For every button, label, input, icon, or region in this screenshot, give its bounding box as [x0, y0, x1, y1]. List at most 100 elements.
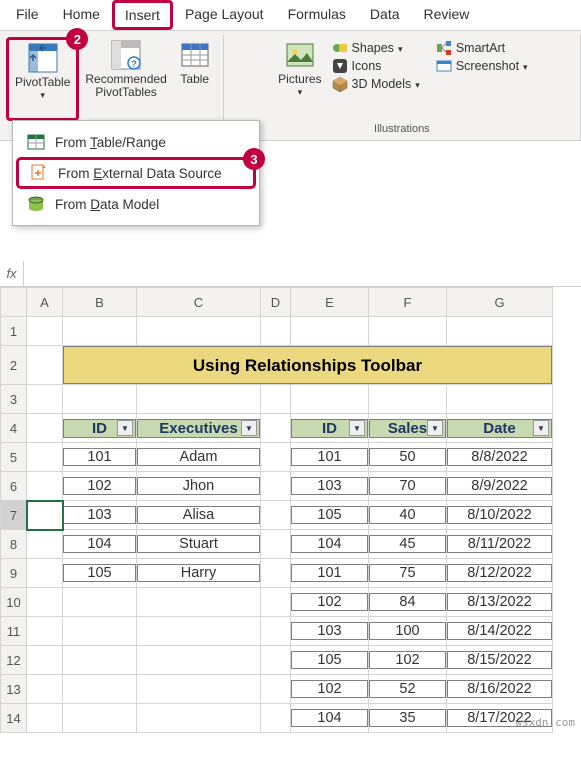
recommended-pivottables-button[interactable]: ? RecommendedPivotTables	[79, 37, 172, 121]
cell-C3[interactable]	[137, 385, 261, 414]
cell-A5[interactable]	[27, 443, 63, 472]
col-header-C[interactable]: C	[137, 288, 261, 317]
cell-G3[interactable]	[447, 385, 553, 414]
cell-G11[interactable]: 8/14/2022	[447, 617, 553, 646]
cell-D14[interactable]	[261, 704, 291, 733]
tab-page-layout[interactable]: Page Layout	[173, 0, 276, 30]
tab-data[interactable]: Data	[358, 0, 412, 30]
cell-E5[interactable]: 101	[291, 443, 369, 472]
cell-E13[interactable]: 102	[291, 675, 369, 704]
cell-C9[interactable]: Harry	[137, 559, 261, 588]
cell-A11[interactable]	[27, 617, 63, 646]
cell-B11[interactable]	[63, 617, 137, 646]
cell-E9[interactable]: 101	[291, 559, 369, 588]
col-header-D[interactable]: D	[261, 288, 291, 317]
row-header-11[interactable]: 11	[1, 617, 27, 646]
cell-E1[interactable]	[291, 317, 369, 346]
cell-E11[interactable]: 103	[291, 617, 369, 646]
row-header-5[interactable]: 5	[1, 443, 27, 472]
cell-B8[interactable]: 104	[63, 530, 137, 559]
cell-D11[interactable]	[261, 617, 291, 646]
cell-G4[interactable]: Date▼	[447, 414, 553, 443]
cell-G10[interactable]: 8/13/2022	[447, 588, 553, 617]
cell-A9[interactable]	[27, 559, 63, 588]
cell-F10[interactable]: 84	[369, 588, 447, 617]
cell-D4[interactable]	[261, 414, 291, 443]
cell-A7[interactable]	[27, 501, 63, 530]
cell-E8[interactable]: 104	[291, 530, 369, 559]
cell-B1[interactable]	[63, 317, 137, 346]
cell-G5[interactable]: 8/8/2022	[447, 443, 553, 472]
from-external-data-source[interactable]: From External Data Source 3	[16, 157, 256, 189]
cell-G9[interactable]: 8/12/2022	[447, 559, 553, 588]
cell-F1[interactable]	[369, 317, 447, 346]
from-data-model[interactable]: From Data Model	[13, 189, 259, 219]
cell-B2[interactable]: Using Relationships Toolbar	[63, 346, 553, 385]
cell-G8[interactable]: 8/11/2022	[447, 530, 553, 559]
cell-A13[interactable]	[27, 675, 63, 704]
3d-models-button[interactable]: 3D Models ▾	[328, 75, 424, 93]
tab-insert[interactable]: Insert	[112, 0, 173, 30]
cell-C8[interactable]: Stuart	[137, 530, 261, 559]
cell-G13[interactable]: 8/16/2022	[447, 675, 553, 704]
cell-F11[interactable]: 100	[369, 617, 447, 646]
cell-E10[interactable]: 102	[291, 588, 369, 617]
cell-B3[interactable]	[63, 385, 137, 414]
row-header-8[interactable]: 8	[1, 530, 27, 559]
shapes-button[interactable]: Shapes ▾	[328, 39, 424, 57]
cell-E12[interactable]: 105	[291, 646, 369, 675]
tab-file[interactable]: File	[4, 0, 51, 30]
cell-G6[interactable]: 8/9/2022	[447, 472, 553, 501]
cell-F13[interactable]: 52	[369, 675, 447, 704]
from-table-range[interactable]: From Table/Range	[13, 127, 259, 157]
tab-home[interactable]: Home	[51, 0, 112, 30]
col-header-G[interactable]: G	[447, 288, 553, 317]
icons-button[interactable]: Icons	[328, 57, 424, 75]
cell-F8[interactable]: 45	[369, 530, 447, 559]
pictures-button[interactable]: Pictures ▾	[272, 37, 327, 121]
cell-C5[interactable]: Adam	[137, 443, 261, 472]
cell-A2[interactable]	[27, 346, 63, 385]
cell-F5[interactable]: 50	[369, 443, 447, 472]
row-header-7[interactable]: 7	[1, 501, 27, 530]
cell-A10[interactable]	[27, 588, 63, 617]
cell-B13[interactable]	[63, 675, 137, 704]
cell-C13[interactable]	[137, 675, 261, 704]
cell-F4[interactable]: Sales▼	[369, 414, 447, 443]
filter-button[interactable]: ▼	[427, 420, 443, 436]
col-header-A[interactable]: A	[27, 288, 63, 317]
cell-B12[interactable]	[63, 646, 137, 675]
filter-button[interactable]: ▼	[241, 420, 257, 436]
cell-D13[interactable]	[261, 675, 291, 704]
cell-G7[interactable]: 8/10/2022	[447, 501, 553, 530]
cell-F12[interactable]: 102	[369, 646, 447, 675]
cell-D3[interactable]	[261, 385, 291, 414]
smartart-button[interactable]: SmartArt	[432, 39, 532, 57]
cell-A3[interactable]	[27, 385, 63, 414]
cell-C11[interactable]	[137, 617, 261, 646]
row-header-10[interactable]: 10	[1, 588, 27, 617]
row-header-14[interactable]: 14	[1, 704, 27, 733]
row-header-3[interactable]: 3	[1, 385, 27, 414]
cell-B14[interactable]	[63, 704, 137, 733]
cell-G1[interactable]	[447, 317, 553, 346]
cell-C12[interactable]	[137, 646, 261, 675]
cell-D10[interactable]	[261, 588, 291, 617]
screenshot-button[interactable]: Screenshot ▾	[432, 57, 532, 75]
fx-button[interactable]: fx	[0, 261, 24, 286]
cell-B4[interactable]: ID▼	[63, 414, 137, 443]
cell-A12[interactable]	[27, 646, 63, 675]
pivottable-button[interactable]: PivotTable ▾ 2	[6, 37, 79, 121]
cell-A1[interactable]	[27, 317, 63, 346]
cell-B9[interactable]: 105	[63, 559, 137, 588]
col-header-B[interactable]: B	[63, 288, 137, 317]
cell-A6[interactable]	[27, 472, 63, 501]
row-header-2[interactable]: 2	[1, 346, 27, 385]
cell-E6[interactable]: 103	[291, 472, 369, 501]
tab-formulas[interactable]: Formulas	[276, 0, 358, 30]
cell-E14[interactable]: 104	[291, 704, 369, 733]
cell-E7[interactable]: 105	[291, 501, 369, 530]
filter-button[interactable]: ▼	[533, 420, 549, 436]
cell-D1[interactable]	[261, 317, 291, 346]
cell-A14[interactable]	[27, 704, 63, 733]
